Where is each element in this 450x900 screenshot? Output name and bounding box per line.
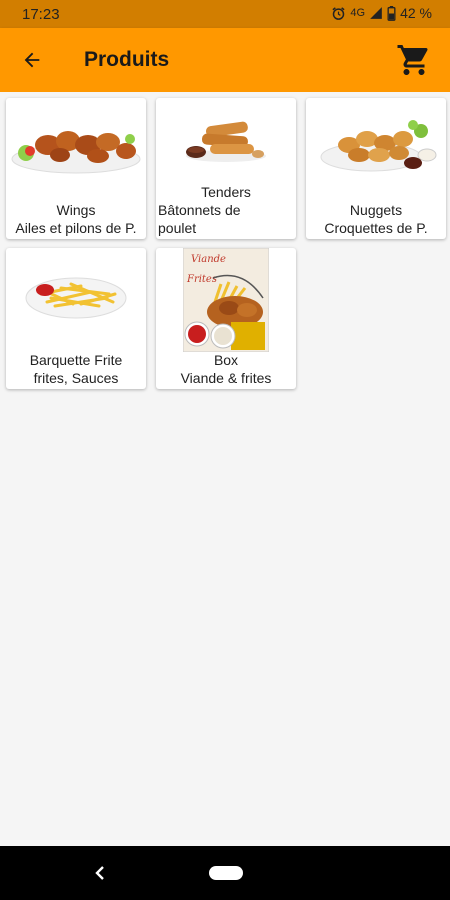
product-subtitle: Bâtonnets de [158,202,241,218]
app-bar: Produits [0,28,450,92]
network-label: 4G [350,7,366,19]
product-name: Tenders [201,184,251,200]
system-nav-bar [0,846,450,900]
tenders-image [156,98,296,178]
status-icons: 4G 42 % [331,5,432,21]
product-card-tenders[interactable]: Tenders Bâtonnets de poulet [156,98,296,239]
page-title: Produits [84,48,170,71]
product-text: Nuggets Croquettes de P. [306,201,446,237]
product-subtitle: Ailes et pilons de P. [15,220,137,236]
product-text: Wings Ailes et pilons de P. [6,201,146,237]
product-text: Box Viande & frites [156,351,296,387]
shopping-cart-icon [397,45,428,75]
product-text: Barquette Frite frites, Sauces [6,351,146,387]
box-image-text-frites: Frites [186,274,217,285]
wings-image [6,98,146,190]
back-button[interactable] [14,44,50,76]
fries-image [6,248,146,340]
product-subtitle: Croquettes de P. [324,220,428,236]
arrow-back-icon [24,52,40,68]
nuggets-image [306,98,446,190]
product-name: Barquette Frite [29,352,123,368]
product-text: Tenders Bâtonnets de poulet [156,183,296,237]
product-subtitle: frites, Sauces [33,370,119,386]
product-card-wings[interactable]: Wings Ailes et pilons de P. [6,98,146,239]
box-image: Viande Frites [156,248,296,352]
cart-button[interactable] [394,40,434,80]
product-name: Nuggets [349,202,403,218]
product-subtitle: Viande & frites [180,370,272,386]
nav-home-button[interactable] [209,866,243,880]
alarm-icon [331,6,346,21]
nav-back-button[interactable] [90,862,110,884]
product-grid: Wings Ailes et pilons de P. Tenders Bâto… [0,92,450,846]
status-bar: 17:23 4G 42 % [0,0,450,28]
box-image-text-viande: Viande [191,254,226,265]
product-name: Wings [56,202,96,218]
product-card-nuggets[interactable]: Nuggets Croquettes de P. [306,98,446,239]
product-name: Box [213,352,239,368]
battery-icon [387,5,396,21]
chevron-left-icon [95,866,104,880]
status-time: 17:23 [22,6,60,23]
signal-icon [369,6,383,20]
product-card-barquette-frite[interactable]: Barquette Frite frites, Sauces [6,248,146,389]
product-subtitle-line2: poulet [158,220,197,236]
battery-level: 42 % [400,5,432,21]
product-card-box[interactable]: Viande Frites Box Viande & frites [156,248,296,389]
